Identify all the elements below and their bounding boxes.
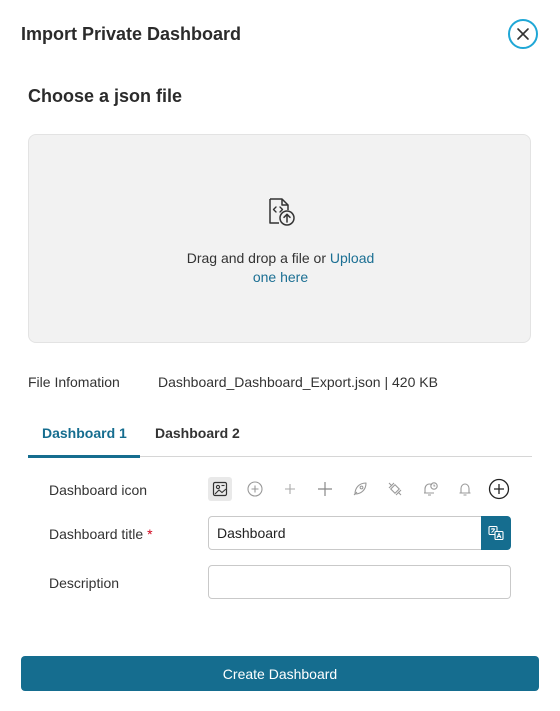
rocket-icon[interactable] — [348, 477, 372, 501]
choose-file-heading: Choose a json file — [28, 86, 183, 106]
close-button[interactable] — [508, 19, 538, 49]
bell-icon[interactable] — [453, 477, 477, 501]
required-marker: * — [147, 526, 153, 542]
translate-button[interactable] — [481, 516, 511, 550]
import-dashboard-dialog: Import Private Dashboard Choose a json f… — [0, 0, 560, 711]
file-info-label: File Infomation — [28, 374, 120, 390]
dialog-title: Import Private Dashboard — [21, 24, 242, 44]
create-dashboard-button[interactable]: Create Dashboard — [21, 656, 539, 691]
upload-link-continued[interactable]: one here — [253, 269, 308, 285]
close-icon — [517, 28, 529, 40]
dashboard-title-label-text: Dashboard title — [49, 526, 144, 542]
dashboard-icon-picker — [208, 477, 518, 501]
dashboard-title-label: Dashboard title * — [49, 526, 153, 542]
tab-dashboard-2[interactable]: Dashboard 2 — [155, 425, 240, 441]
description-label: Description — [49, 575, 120, 591]
drop-text: Drag and drop a file or — [186, 250, 330, 266]
description-input[interactable] — [208, 565, 511, 599]
dashboard-image-icon[interactable] — [208, 477, 232, 501]
upload-link[interactable]: Upload — [330, 250, 374, 266]
json-file-upload-icon — [269, 198, 295, 226]
active-tab-indicator — [28, 455, 140, 458]
add-circle-icon[interactable] — [487, 477, 511, 501]
file-info-value: Dashboard_Dashboard_Export.json | 420 KB — [158, 374, 438, 390]
dashboard-tabs: Dashboard 1 Dashboard 2 — [28, 416, 532, 458]
add-circle-outline-icon[interactable] — [243, 477, 267, 501]
plus-icon[interactable] — [313, 477, 337, 501]
file-dropzone[interactable]: Drag and drop a file or Upload one here — [28, 134, 531, 343]
drop-instructions: Drag and drop a file or Upload one here — [29, 249, 532, 287]
alarm-bell-icon[interactable] — [418, 477, 442, 501]
plus-small-icon[interactable] — [278, 477, 302, 501]
translate-icon — [488, 525, 504, 541]
dashboard-icon-label: Dashboard icon — [49, 482, 148, 498]
dashboard-title-input[interactable] — [208, 516, 483, 550]
satellite-icon[interactable] — [383, 477, 407, 501]
tab-dashboard-1[interactable]: Dashboard 1 — [42, 425, 127, 441]
